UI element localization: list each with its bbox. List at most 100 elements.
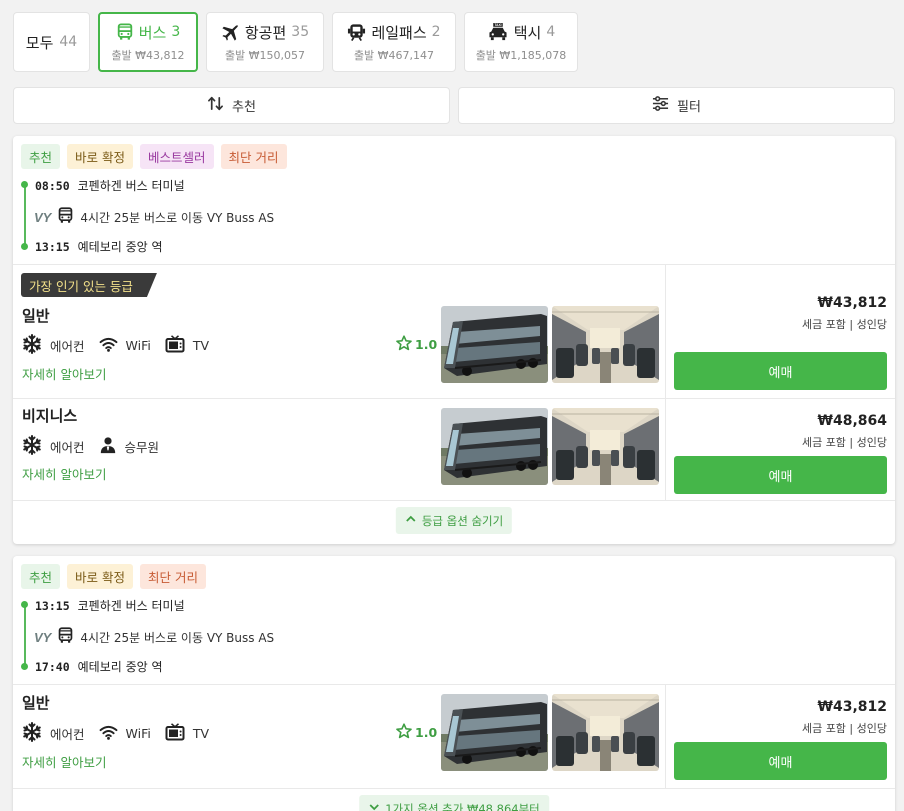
tab-count: 2 [431, 24, 441, 40]
amenity-label: TV [192, 726, 210, 741]
sort-button[interactable]: 추천 [13, 87, 450, 124]
class-row: 일반 에어컨 WiFi TV 1.0 자세히 알아보기 ₩43,812 세금 포… [13, 685, 895, 789]
route-info: VY 4시간 25분 버스로 이동 VY Buss AS [34, 627, 274, 647]
learn-more-link[interactable]: 자세히 알아보기 [22, 752, 106, 771]
tab-label: 버스 [138, 23, 167, 42]
price-panel: ₩43,812 세금 포함 | 성인당 예매 [667, 685, 895, 788]
bus-icon [57, 627, 74, 647]
amenity-wifi: WiFi [99, 725, 151, 743]
price-panel: ₩43,812 세금 포함 | 성인당 예매 [667, 265, 895, 398]
bus-interior-photo[interactable] [552, 694, 659, 771]
tab-railpass[interactable]: 레일패스 2 출발 ₩467,147 [332, 12, 456, 72]
trip-summary[interactable]: 추천 바로 확정 베스트셀러 최단 거리 08:50 코펜하겐 버스 터미널 V… [13, 136, 895, 265]
badge-recommended: 추천 [21, 144, 61, 169]
amenity-label: 에어컨 [50, 440, 85, 455]
amenity-list: 에어컨 WiFi TV [22, 722, 215, 745]
learn-more-link[interactable]: 자세히 알아보기 [22, 464, 106, 483]
tab-taxi[interactable]: TAXI 택시 4 출발 ₩1,185,078 [464, 12, 578, 72]
price-note: 세금 포함 | 성인당 [801, 722, 887, 735]
sort-label: 추천 [232, 100, 256, 115]
rating: 1.0 [396, 723, 437, 742]
book-button[interactable]: 예매 [674, 456, 887, 494]
timeline-line [24, 605, 26, 667]
arrival-place: 예테보리 중앙 역 [77, 240, 163, 254]
tab-label: 택시 [513, 23, 542, 42]
amenity-wifi: WiFi [99, 337, 151, 355]
bus-interior-photo[interactable] [552, 408, 659, 485]
class-name: 일반 [22, 694, 50, 712]
route-info: VY 4시간 25분 버스로 이동 VY Buss AS [34, 207, 274, 227]
departure: 13:15 코펜하겐 버스 터미널 [35, 597, 185, 614]
badge-instant-confirm: 바로 확정 [67, 144, 133, 169]
tab-label: 항공편 [244, 23, 287, 42]
result-card: 추천 바로 확정 베스트셀러 최단 거리 08:50 코펜하겐 버스 터미널 V… [13, 136, 895, 544]
amenity-label: 에어컨 [50, 727, 85, 742]
class-row: 비지니스 에어컨 승무원 자세히 알아보기 ₩48,864 세금 포함 | 성인… [13, 399, 895, 501]
arrival-time: 17:40 [35, 659, 70, 674]
badge-shortest: 최단 거리 [220, 144, 287, 169]
rating-value: 1.0 [415, 725, 438, 740]
tab-price: 출발 ₩1,185,078 [475, 48, 567, 62]
tab-bus[interactable]: 버스 3 출발 ₩43,812 [98, 12, 198, 72]
departure-place: 코펜하겐 버스 터미널 [77, 179, 185, 193]
class-info: 가장 인기 있는 등급 일반 에어컨 WiFi TV 1.0 자세히 알아보기 [13, 265, 666, 398]
amenity-tv: TV [165, 335, 209, 356]
amenity-label: WiFi [125, 338, 151, 353]
bus-interior-photo[interactable] [552, 306, 659, 383]
arrival-place: 예테보리 중앙 역 [77, 660, 163, 674]
snowflake-icon [22, 334, 42, 357]
price: ₩43,812 [817, 699, 887, 715]
arrival: 13:15 예테보리 중앙 역 [35, 238, 163, 255]
amenity-aircon: 에어컨 [22, 435, 85, 458]
amenity-aircon: 에어컨 [22, 334, 85, 357]
filter-button[interactable]: 필터 [458, 87, 895, 124]
timeline-dot [21, 181, 28, 188]
bus-icon [116, 23, 134, 41]
badge-list: 추천 바로 확정 베스트셀러 최단 거리 [21, 144, 887, 169]
price-panel: ₩48,864 세금 포함 | 성인당 예매 [667, 399, 895, 500]
star-icon [396, 723, 412, 742]
amenity-tv: TV [165, 723, 209, 744]
class-toggle-row: 1가지 옵션 추가 ₩48,864부터 [13, 789, 895, 811]
tab-price: 출발 ₩43,812 [111, 48, 185, 62]
hide-class-options-button[interactable]: 등급 옵션 숨기기 [395, 507, 513, 534]
bus-exterior-photo[interactable] [441, 694, 548, 771]
trip-summary[interactable]: 추천 바로 확정 최단 거리 13:15 코펜하겐 버스 터미널 VY 4시간 … [13, 556, 895, 685]
badge-list: 추천 바로 확정 최단 거리 [21, 564, 887, 589]
wifi-icon [99, 725, 118, 743]
departure: 08:50 코펜하겐 버스 터미널 [35, 177, 185, 194]
attendant-icon [99, 436, 117, 457]
timeline-dot [21, 601, 28, 608]
class-row: 가장 인기 있는 등급 일반 에어컨 WiFi TV 1.0 자세히 알아보기 … [13, 265, 895, 399]
class-info: 비지니스 에어컨 승무원 자세히 알아보기 [13, 399, 666, 500]
tab-count: 4 [546, 24, 556, 40]
tab-all[interactable]: 모두 44 [13, 12, 90, 72]
price-note: 세금 포함 | 성인당 [801, 436, 887, 449]
departure-place: 코펜하겐 버스 터미널 [77, 599, 185, 613]
book-button[interactable]: 예매 [674, 742, 887, 780]
filter-icon [652, 95, 669, 116]
rating: 1.0 [396, 335, 437, 354]
tab-flights[interactable]: 항공편 35 출발 ₩150,057 [206, 12, 324, 72]
tv-icon [165, 723, 185, 744]
badge-shortest: 최단 거리 [140, 564, 206, 589]
bus-exterior-photo[interactable] [441, 408, 548, 485]
learn-more-link[interactable]: 자세히 알아보기 [22, 364, 106, 383]
bus-exterior-photo[interactable] [441, 306, 548, 383]
price-note: 세금 포함 | 성인당 [801, 318, 887, 331]
amenity-label: 승무원 [124, 440, 160, 455]
amenity-list: 에어컨 승무원 [22, 435, 165, 458]
arrival-time: 13:15 [35, 239, 70, 254]
snowflake-icon [22, 722, 42, 745]
class-name: 일반 [22, 307, 50, 325]
sort-filter-bar: 추천 필터 [13, 87, 895, 124]
badge-bestseller: 베스트셀러 [140, 144, 214, 169]
book-button[interactable]: 예매 [674, 352, 887, 390]
price: ₩43,812 [817, 295, 887, 311]
show-more-options-button[interactable]: 1가지 옵션 추가 ₩48,864부터 [359, 795, 549, 811]
chevron-down-icon [368, 801, 380, 811]
sort-icon [207, 95, 224, 116]
toggle-label: 등급 옵션 숨기기 [421, 513, 504, 528]
tab-price: 출발 ₩150,057 [224, 48, 306, 62]
route-text: 4시간 25분 버스로 이동 VY Buss AS [80, 210, 275, 225]
